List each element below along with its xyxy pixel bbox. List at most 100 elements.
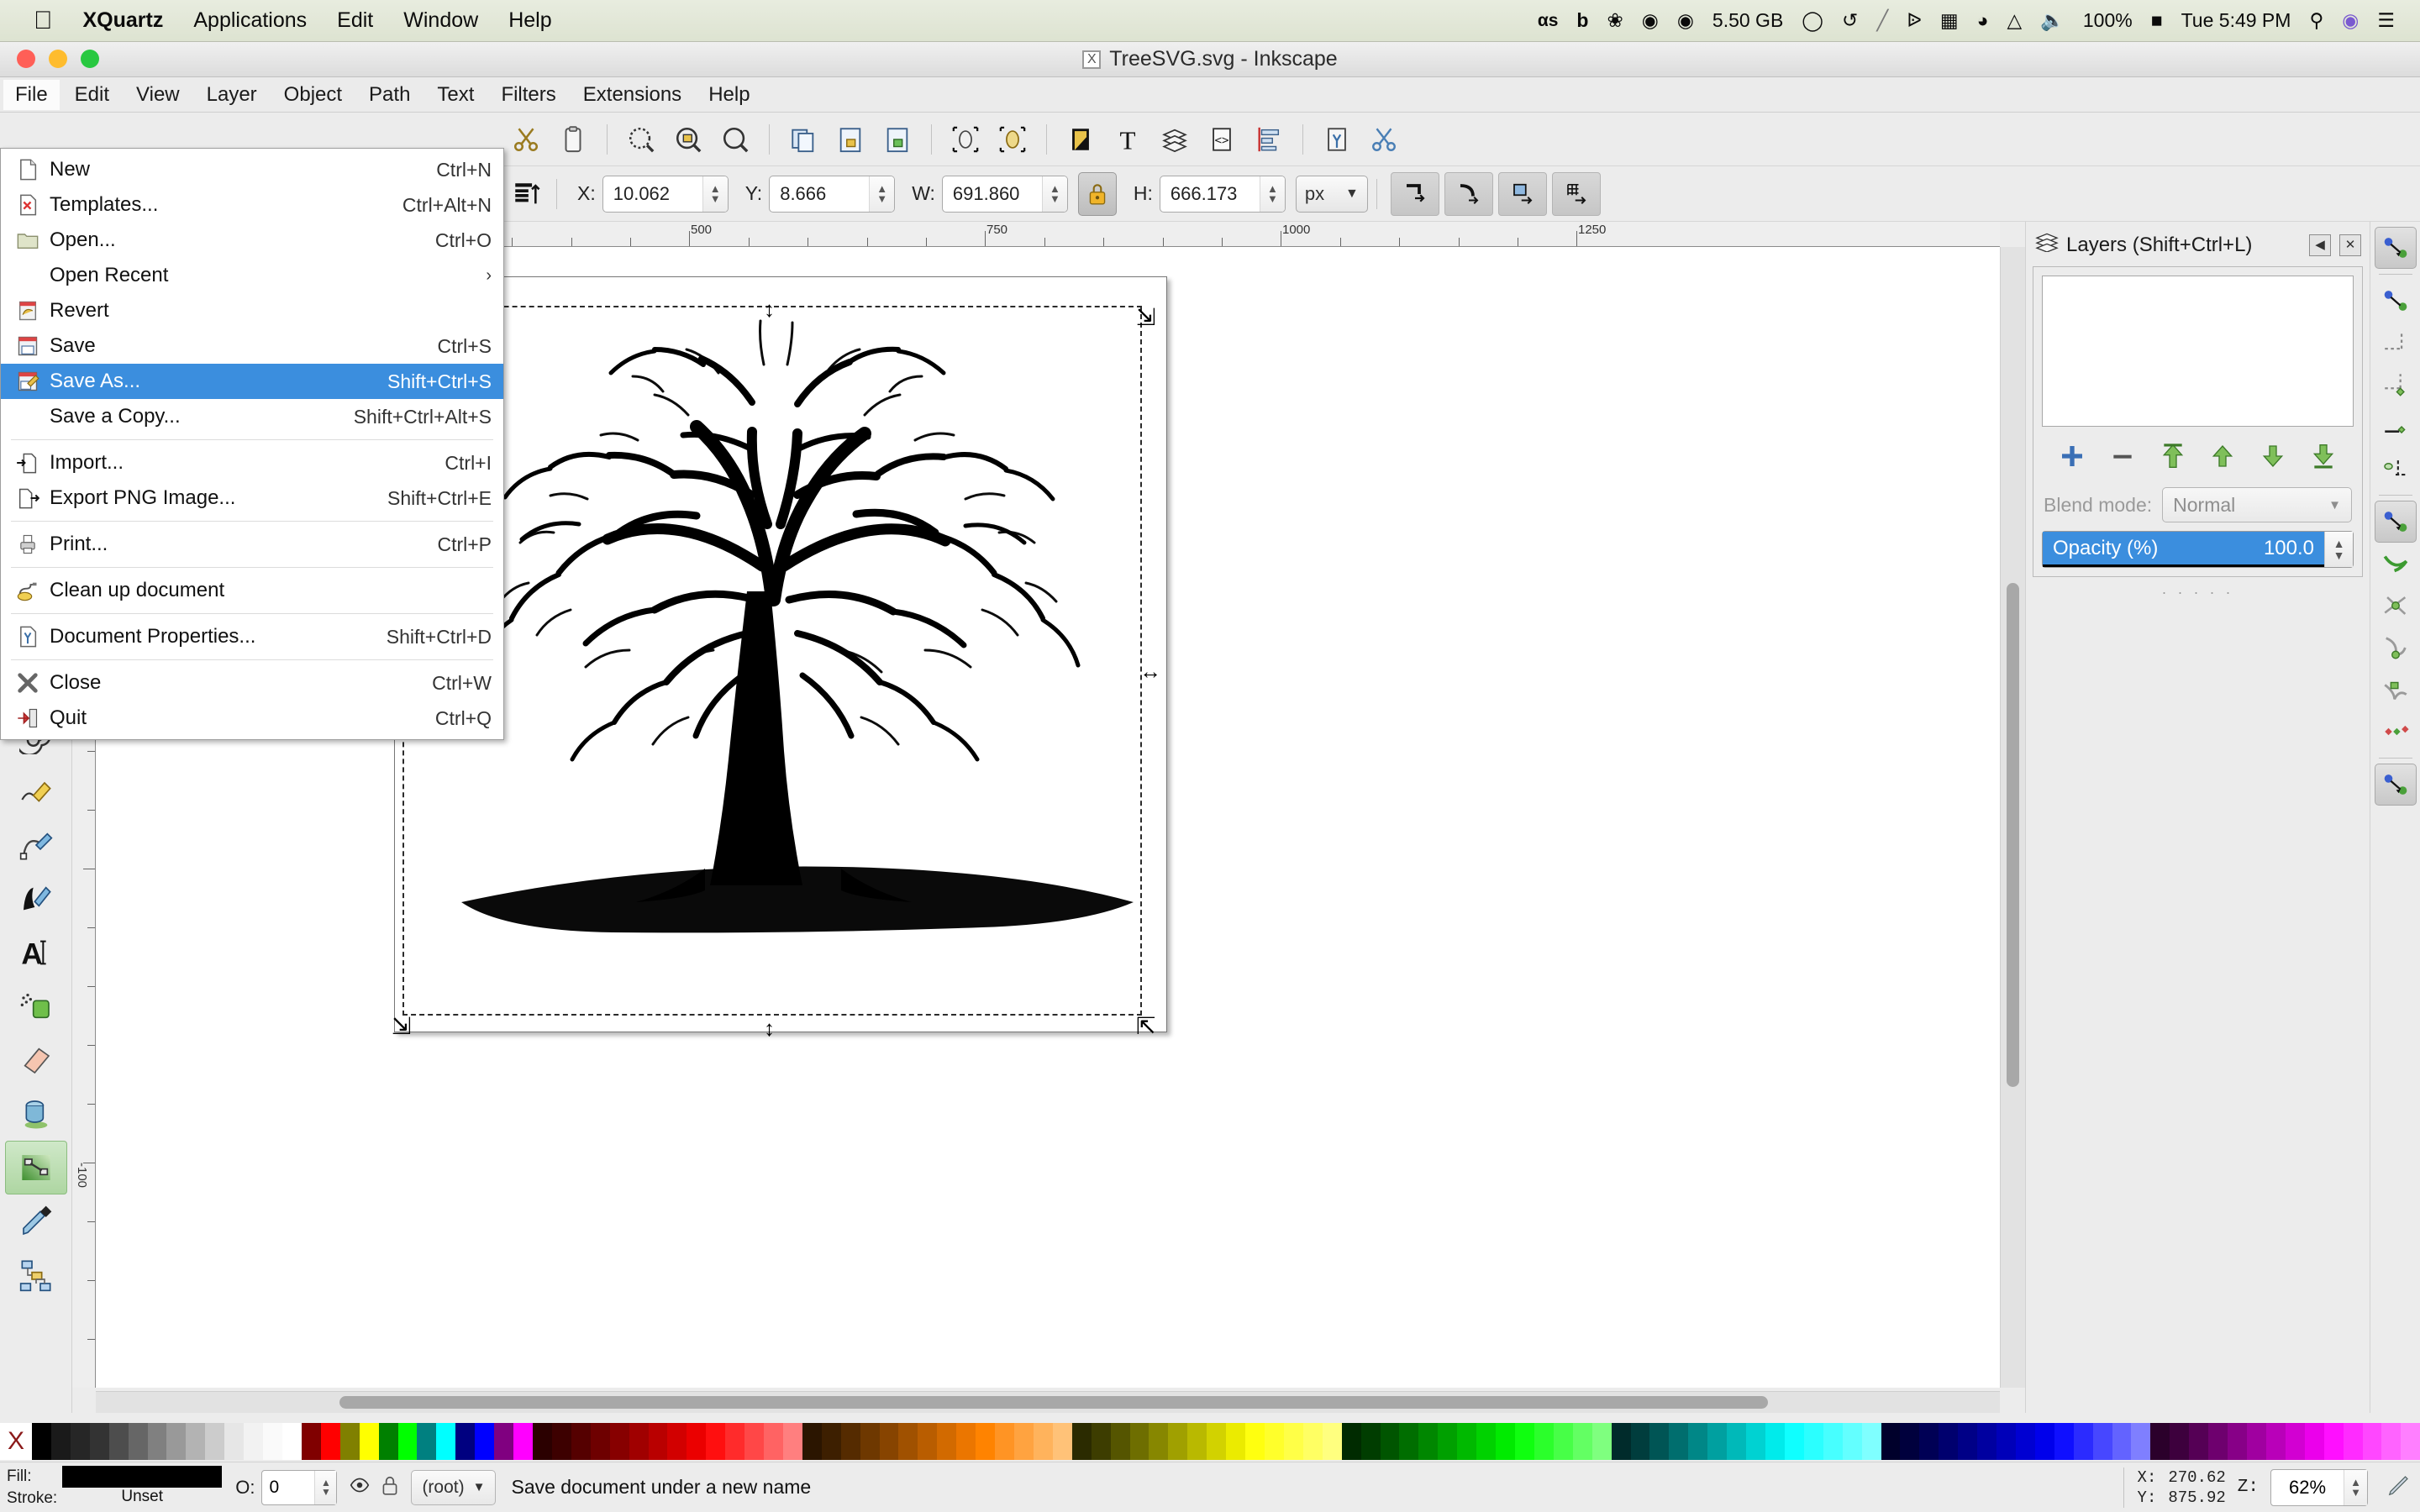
palette-swatch[interactable] [1939,1423,1959,1460]
y-field[interactable]: ▲▼ [769,175,896,213]
close-panel-button[interactable]: ✕ [2339,234,2361,256]
unlink-clone-icon[interactable] [876,118,919,161]
palette-swatch[interactable] [2265,1423,2286,1460]
opacity-stepper[interactable]: ▲ ▼ [2324,532,2353,567]
bluetooth-icon[interactable]: ᐉ [1907,9,1922,32]
palette-swatch[interactable] [1727,1423,1747,1460]
menu-object[interactable]: Object [272,80,354,110]
menu-item-quit[interactable]: Quit Ctrl+Q [1,701,503,736]
menu-item-import[interactable]: Import... Ctrl+I [1,445,503,480]
palette-swatch[interactable] [1707,1423,1728,1460]
palette-swatch[interactable] [725,1423,745,1460]
palette-swatch[interactable] [1919,1423,1939,1460]
snap-bbox-centers-button[interactable] [2375,448,2417,490]
palette-swatch[interactable] [1418,1423,1439,1460]
h-field-input[interactable] [1160,176,1260,212]
palette-swatch[interactable] [802,1423,822,1460]
minimize-window-button[interactable] [49,50,67,68]
remove-layer-button[interactable] [2097,438,2148,474]
menu-text[interactable]: Text [425,80,486,110]
palette-swatch[interactable] [359,1423,379,1460]
palette-swatch[interactable] [1014,1423,1034,1460]
palette-swatch[interactable] [782,1423,802,1460]
snap-bbox-edges-button[interactable] [2375,322,2417,364]
clock-label[interactable]: Tue 5:49 PM [2181,9,2291,32]
palette-swatch[interactable] [609,1423,629,1460]
palette-swatch[interactable] [1823,1423,1843,1460]
layer-list[interactable] [2042,276,2354,427]
palette-swatch[interactable] [1649,1423,1670,1460]
time-machine-icon[interactable]: ↺ [1842,9,1858,32]
onedrive-icon[interactable]: ◯ [1802,9,1823,32]
palette-swatch[interactable] [2362,1423,2382,1460]
menu-edit[interactable]: Edit [63,80,121,110]
palette-swatch[interactable] [1187,1423,1207,1460]
palette-swatch[interactable] [744,1423,765,1460]
layer-indicator[interactable]: (root) ▼ [411,1469,497,1505]
palette-swatch[interactable] [186,1423,206,1460]
tool-bezier[interactable] [5,818,67,872]
raise-layer-button[interactable] [2197,438,2248,474]
tool-eraser[interactable] [5,1033,67,1087]
palette-swatch[interactable] [2015,1423,2035,1460]
y-field-input[interactable] [770,176,870,212]
menu-path[interactable]: Path [357,80,422,110]
tool-text[interactable]: A [5,926,67,979]
palette-swatch[interactable] [764,1423,783,1460]
canvas-vertical-scrollbar[interactable] [2000,247,2025,1388]
w-field-input[interactable] [942,176,1042,212]
menu-item-new[interactable]: New Ctrl+N [1,152,503,187]
mac-menu-item-help[interactable]: Help [508,8,551,33]
palette-swatch[interactable] [1399,1423,1419,1460]
menu-item-close[interactable]: Close Ctrl+W [1,665,503,701]
snap-nodes-paths-button[interactable] [2374,501,2417,543]
palette-swatch[interactable] [2131,1423,2151,1460]
palette-swatch[interactable] [2150,1423,2170,1460]
palette-swatch[interactable] [1553,1423,1573,1460]
affect-stroke-width-icon[interactable] [1390,171,1439,216]
raise-layer-to-top-button[interactable] [2148,438,2198,474]
mac-menu-item-xquartz[interactable]: XQuartz [83,8,164,33]
palette-swatch[interactable] [2054,1423,2074,1460]
clone-icon[interactable] [829,118,872,161]
palette-swatch[interactable] [263,1423,282,1460]
pencil-icon[interactable]: ╱ [1876,9,1888,32]
menu-item-save[interactable]: Save Ctrl+S [1,328,503,364]
palette-swatch[interactable] [244,1423,264,1460]
palette-swatch[interactable] [590,1423,610,1460]
zoom-selection-icon[interactable] [619,118,663,161]
opacity-control[interactable]: Opacity (%) 100.0 ▲ ▼ [2042,531,2354,568]
palette-swatch[interactable] [1881,1423,1901,1460]
palette-swatch[interactable] [513,1423,533,1460]
paste-icon[interactable] [551,118,595,161]
palette-swatch[interactable] [1611,1423,1631,1460]
palette-swatch[interactable] [1746,1423,1765,1460]
mac-menu-item-edit[interactable]: Edit [337,8,373,33]
menu-file[interactable]: File [3,79,60,110]
palette-swatch[interactable] [397,1423,418,1460]
palette-swatch[interactable] [1380,1423,1400,1460]
dropbox-icon[interactable]: ◉ [1642,9,1659,32]
palette-swatch[interactable] [1322,1423,1342,1460]
palette-swatch[interactable] [1958,1423,1978,1460]
units-select[interactable]: px ▼ [1295,175,1368,213]
palette-swatch[interactable] [840,1423,860,1460]
tool-gradient[interactable] [4,1141,67,1194]
palette-swatch[interactable] [1283,1423,1303,1460]
dock-resize-grip[interactable]: · · · · · [2033,577,2363,601]
menu-help[interactable]: Help [697,80,761,110]
edit-zoom-icon[interactable] [2386,1473,2412,1503]
zoom-drawing-icon[interactable] [666,118,710,161]
palette-swatch[interactable] [2073,1423,2093,1460]
palette-swatch[interactable] [494,1423,514,1460]
palette-swatch[interactable] [378,1423,398,1460]
vertical-scroll-thumb[interactable] [2007,583,2019,1087]
mac-menu-item-applications[interactable]: Applications [193,8,307,33]
palette-swatch[interactable] [2247,1423,2266,1460]
zoom-field[interactable]: ▲▼ [2270,1468,2368,1506]
palette-swatch[interactable] [1360,1423,1381,1460]
palette-swatch[interactable] [50,1423,71,1460]
palette-swatch[interactable] [2228,1423,2248,1460]
extensions-icon[interactable] [1362,118,1406,161]
snap-bbox-corners-button[interactable] [2375,364,2417,406]
